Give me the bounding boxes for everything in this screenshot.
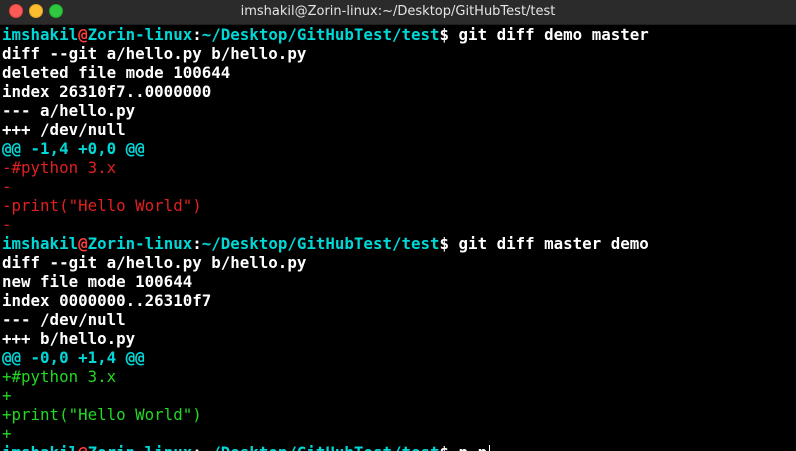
prompt-at: @: [78, 234, 88, 253]
prompt-path: ~/Desktop/GitHubTest/test: [202, 443, 440, 451]
diff-header-line: +++ /dev/null: [2, 120, 126, 139]
prompt-at: @: [78, 25, 88, 44]
prompt-user: imshakil: [2, 443, 78, 451]
prompt-dollar: $: [439, 234, 459, 253]
prompt-separator: :: [192, 234, 202, 253]
window-title: imshakil@Zorin-linux:~/Desktop/GitHubTes…: [240, 4, 556, 19]
prompt-separator: :: [192, 443, 202, 451]
added-line: +: [2, 424, 12, 443]
diff-header-line: +++ b/hello.py: [2, 329, 136, 348]
prompt-path: ~/Desktop/GitHubTest/test: [201, 234, 440, 253]
prompt-host: Zorin-linux: [88, 443, 193, 451]
diff-header-line: diff --git a/hello.py b/hello.py: [2, 253, 307, 272]
diff-header-line: deleted file mode 100644: [2, 63, 231, 82]
prompt-line: imshakil@Zorin-linux:~/Desktop/GitHubTes…: [2, 234, 796, 253]
added-line: +print("Hello World"): [2, 405, 202, 424]
diff-header-line: index 26310f7..0000000: [2, 82, 212, 101]
command-text: git diff demo master: [458, 25, 649, 44]
prompt-separator: :: [192, 25, 202, 44]
prompt-host: Zorin-linux: [87, 234, 193, 253]
prompt-dollar: $: [439, 25, 459, 44]
command-input[interactable]: p p: [459, 443, 488, 451]
diff-header-line: --- /dev/null: [2, 310, 126, 329]
deleted-line: -: [2, 177, 12, 196]
deleted-line: -#python 3.x: [2, 158, 117, 177]
prompt-path: ~/Desktop/GitHubTest/test: [201, 25, 440, 44]
deleted-line: -print("Hello World"): [2, 196, 202, 215]
command-text: git diff master demo: [458, 234, 649, 253]
prompt-at: @: [78, 443, 88, 451]
hunk-header: @@ -1,4 +0,0 @@: [2, 139, 145, 158]
prompt-user: imshakil: [2, 234, 79, 253]
diff-header-line: new file mode 100644: [2, 272, 193, 291]
prompt-line-current[interactable]: imshakil@Zorin-linux:~/Desktop/GitHubTes…: [2, 443, 796, 451]
added-line: +: [2, 386, 12, 405]
terminal-output[interactable]: imshakil@Zorin-linux:~/Desktop/GitHubTes…: [2, 25, 796, 451]
prompt-dollar: $: [440, 443, 459, 451]
terminal-window: imshakil@Zorin-linux:~/Desktop/GitHubTes…: [0, 0, 796, 451]
diff-header-line: diff --git a/hello.py b/hello.py: [2, 44, 307, 63]
diff-header-line: index 0000000..26310f7: [2, 291, 212, 310]
prompt-line: imshakil@Zorin-linux:~/Desktop/GitHubTes…: [2, 25, 796, 44]
prompt-user: imshakil: [2, 25, 79, 44]
hunk-header: @@ -0,0 +1,4 @@: [2, 348, 145, 367]
title-bar[interactable]: imshakil@Zorin-linux:~/Desktop/GitHubTes…: [0, 0, 796, 25]
diff-header-line: --- a/hello.py: [2, 101, 136, 120]
prompt-host: Zorin-linux: [87, 25, 193, 44]
added-line: +#python 3.x: [2, 367, 117, 386]
deleted-line: -: [2, 215, 12, 234]
text-cursor: [489, 445, 491, 451]
